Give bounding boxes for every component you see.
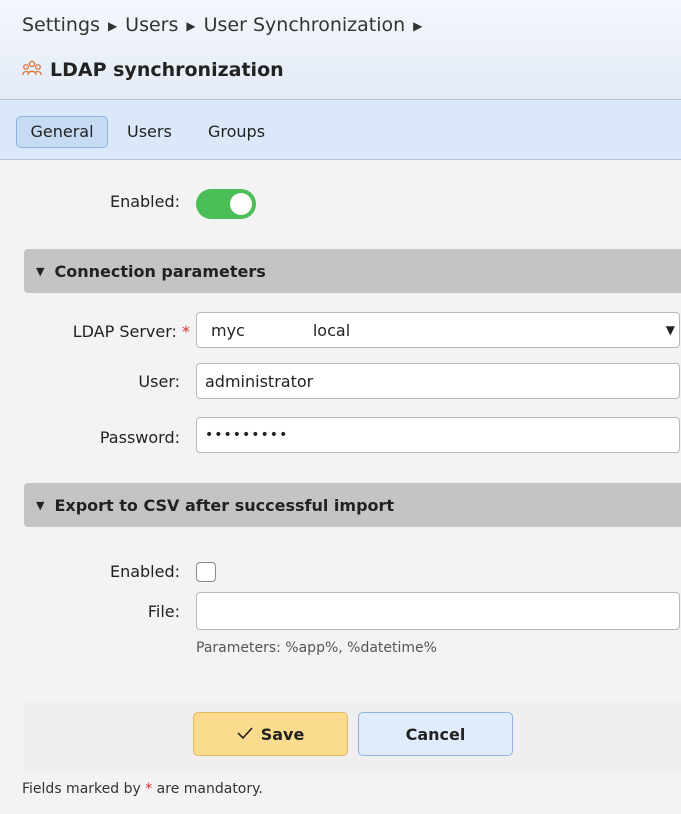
page-title: LDAP synchronization [50, 59, 284, 81]
file-label: File: [147, 602, 180, 621]
user-label: User: [138, 372, 180, 391]
tab-groups[interactable]: Groups [208, 116, 265, 148]
save-button-label: Save [260, 724, 305, 744]
note-suffix: are mandatory. [156, 781, 263, 797]
note-prefix: Fields marked by [22, 781, 141, 797]
cancel-button[interactable]: Cancel [358, 712, 513, 756]
tab-users[interactable]: Users [127, 116, 172, 148]
ldap-server-value-suffix: local [312, 320, 351, 340]
breadcrumb-arrow-icon: ▶ [186, 19, 196, 33]
breadcrumb-arrow-icon: ▶ [413, 19, 423, 33]
checkmark-icon [237, 725, 253, 744]
section-title: Connection parameters [54, 261, 266, 281]
section-title: Export to CSV after successful import [54, 495, 395, 515]
users-icon [22, 59, 42, 81]
enabled-toggle[interactable] [196, 189, 256, 219]
dropdown-arrow-icon: ▼ [665, 323, 675, 337]
breadcrumb-settings[interactable]: Settings [22, 14, 100, 36]
caret-down-icon: ▼ [36, 264, 45, 278]
ldap-server-label: LDAP Server: * [30, 322, 190, 341]
breadcrumb-arrow-icon: ▶ [107, 19, 118, 33]
button-panel [24, 702, 681, 772]
file-parameters-hint: Parameters: %app%, %datetime% [196, 640, 437, 656]
tab-general[interactable]: General [16, 116, 108, 148]
breadcrumb-users[interactable]: Users [125, 14, 178, 36]
ldap-server-value-prefix: myc [211, 320, 245, 340]
ldap-server-select[interactable]: myc local ▼ [196, 312, 680, 348]
section-connection-parameters[interactable]: ▼ Connection parameters [24, 249, 681, 293]
password-input[interactable]: ••••••••• [196, 417, 680, 453]
user-input[interactable]: administrator [196, 363, 680, 399]
password-label: Password: [99, 428, 180, 447]
mandatory-fields-note: Fields marked by * are mandatory. [22, 781, 263, 797]
tab-bar: General Users Groups [0, 100, 681, 160]
section-export-csv[interactable]: ▼ Export to CSV after successful import [24, 483, 681, 527]
file-input[interactable] [196, 592, 680, 630]
breadcrumb-user-synchronization[interactable]: User Synchronization [204, 14, 406, 36]
required-mark: * [145, 781, 153, 797]
settings-form: Enabled: ▼ Connection parameters LDAP Se… [0, 160, 681, 814]
ldap-server-label-text: LDAP Server: [72, 322, 177, 341]
page-title-row: LDAP synchronization [22, 59, 284, 81]
required-mark: * [182, 322, 190, 341]
redacted-area [248, 320, 311, 340]
breadcrumb: Settings ▶ Users ▶ User Synchronization … [22, 14, 422, 36]
export-enabled-checkbox[interactable] [196, 562, 216, 582]
enabled-label: Enabled: [109, 192, 180, 211]
export-enabled-label: Enabled: [109, 562, 180, 581]
toggle-knob [230, 193, 252, 215]
caret-down-icon: ▼ [36, 498, 45, 512]
save-button[interactable]: Save [193, 712, 348, 756]
page-header: Settings ▶ Users ▶ User Synchronization … [0, 0, 681, 100]
